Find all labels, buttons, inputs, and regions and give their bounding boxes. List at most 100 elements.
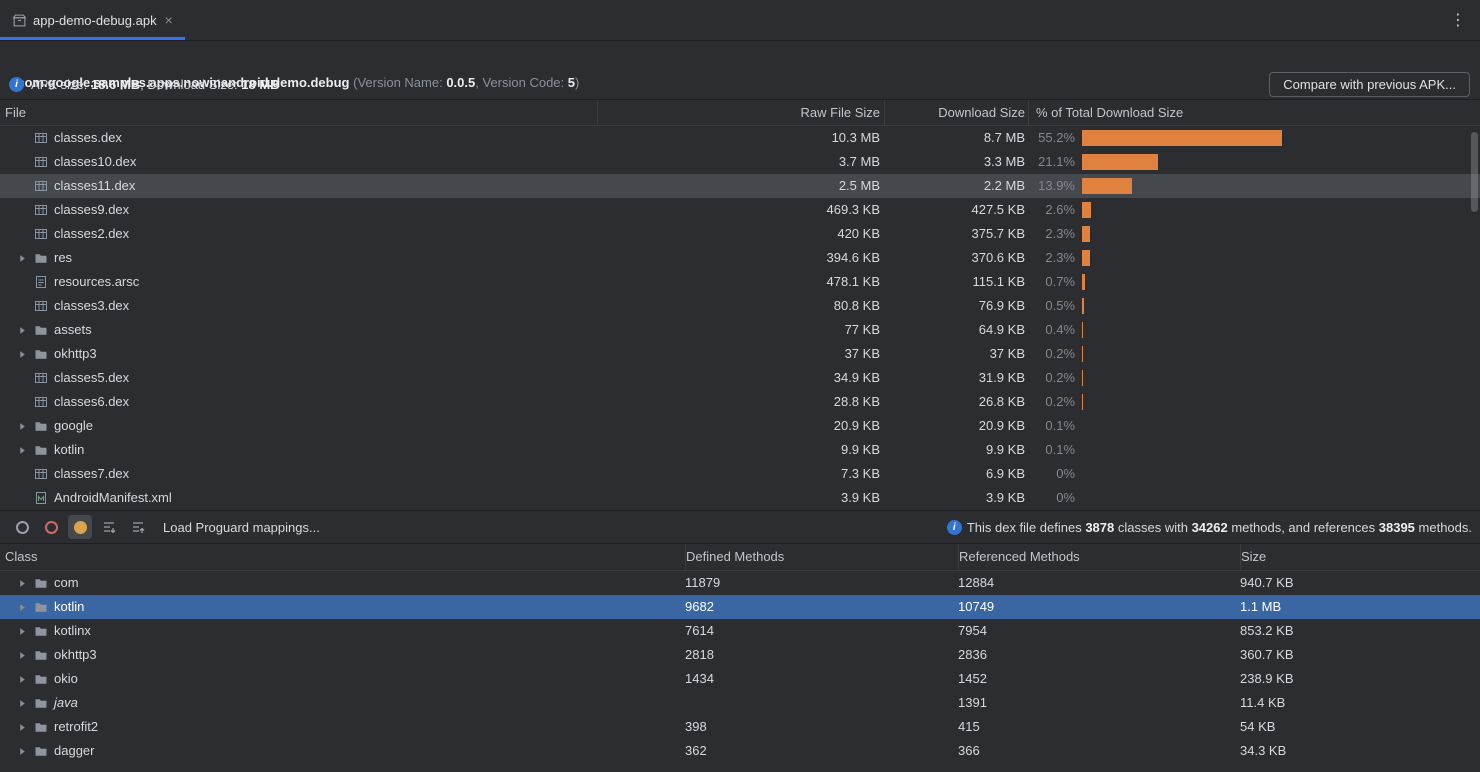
- download-size: 76.9 KB: [884, 294, 1028, 318]
- expand-chevron-icon[interactable]: [12, 326, 32, 335]
- expand-chevron-icon[interactable]: [12, 254, 32, 263]
- version-code: 5: [568, 75, 575, 90]
- file-table-body: classes.dex10.3 MB8.7 MB55.2%classes10.d…: [0, 126, 1480, 510]
- file-name: classes2.dex: [50, 222, 129, 246]
- class-row[interactable]: okhttp328182836360.7 KB: [0, 643, 1480, 667]
- col-file[interactable]: File: [0, 100, 597, 126]
- apk-size-value: 18.6 MB: [91, 77, 140, 92]
- expand-chevron-icon[interactable]: [12, 723, 32, 732]
- file-row[interactable]: classes9.dex469.3 KB427.5 KB2.6%: [0, 198, 1480, 222]
- col-percent-total[interactable]: % of Total Download Size: [1028, 100, 1480, 126]
- file-row[interactable]: assets77 KB64.9 KB0.4%: [0, 318, 1480, 342]
- show-all-classes-icon[interactable]: [68, 515, 92, 539]
- file-row[interactable]: classes5.dex34.9 KB31.9 KB0.2%: [0, 366, 1480, 390]
- class-row[interactable]: kotlin9682107491.1 MB: [0, 595, 1480, 619]
- file-row[interactable]: classes3.dex80.8 KB76.9 KB0.5%: [0, 294, 1480, 318]
- percent-of-total: 0.4%: [1028, 318, 1075, 342]
- col-download-size[interactable]: Download Size: [884, 100, 1028, 126]
- expand-chevron-icon[interactable]: [12, 603, 32, 612]
- raw-file-size: 469.3 KB: [597, 198, 884, 222]
- load-proguard-mappings-link[interactable]: Load Proguard mappings...: [163, 520, 320, 535]
- raw-file-size: 28.8 KB: [597, 390, 884, 414]
- manifest-icon: [32, 491, 50, 505]
- percent-of-total: 13.9%: [1028, 174, 1075, 198]
- expand-chevron-icon[interactable]: [12, 579, 32, 588]
- raw-file-size: 420 KB: [597, 222, 884, 246]
- download-size: 20.9 KB: [884, 414, 1028, 438]
- file-row[interactable]: okhttp337 KB37 KB0.2%: [0, 342, 1480, 366]
- raw-file-size: 478.1 KB: [597, 270, 884, 294]
- file-row[interactable]: classes2.dex420 KB375.7 KB2.3%: [0, 222, 1480, 246]
- package-icon: [32, 624, 50, 638]
- class-row[interactable]: dagger36236634.3 KB: [0, 739, 1480, 763]
- dex-info-text: This dex file defines 3878 classes with …: [967, 520, 1474, 535]
- class-row[interactable]: kotlinx76147954853.2 KB: [0, 619, 1480, 643]
- percent-of-total: 0.2%: [1028, 342, 1075, 366]
- expand-chevron-icon[interactable]: [12, 350, 32, 359]
- download-size: 26.8 KB: [884, 390, 1028, 414]
- percent-of-total: 0%: [1028, 486, 1075, 510]
- file-row[interactable]: google20.9 KB20.9 KB0.1%: [0, 414, 1480, 438]
- file-row[interactable]: AndroidManifest.xml3.9 KB3.9 KB0%: [0, 486, 1480, 510]
- download-size: 2.2 MB: [884, 174, 1028, 198]
- more-options-icon[interactable]: ⋮: [1436, 0, 1480, 40]
- show-methods-icon[interactable]: [39, 515, 63, 539]
- expand-chevron-icon[interactable]: [12, 651, 32, 660]
- referenced-methods: 7954: [958, 619, 1240, 643]
- file-row[interactable]: classes11.dex2.5 MB2.2 MB13.9%: [0, 174, 1480, 198]
- col-defined-methods[interactable]: Defined Methods: [685, 544, 958, 570]
- editor-tab-bar: app-demo-debug.apk × ⋮: [0, 0, 1480, 41]
- raw-file-size: 2.5 MB: [597, 174, 884, 198]
- expand-chevron-icon[interactable]: [12, 675, 32, 684]
- file-name: classes10.dex: [50, 150, 136, 174]
- package-size: 54 KB: [1240, 715, 1480, 739]
- show-fields-icon[interactable]: [10, 515, 34, 539]
- col-raw-file-size[interactable]: Raw File Size: [597, 100, 884, 126]
- percent-of-total: 0.2%: [1028, 390, 1075, 414]
- raw-file-size: 77 KB: [597, 318, 884, 342]
- compare-apk-button[interactable]: Compare with previous APK...: [1269, 72, 1470, 97]
- apk-size-text: APK size: 18.6 MB, Download Size: 18 MB: [31, 77, 280, 92]
- dex-icon: [32, 299, 50, 313]
- file-row[interactable]: classes6.dex28.8 KB26.8 KB0.2%: [0, 390, 1480, 414]
- file-row[interactable]: classes7.dex7.3 KB6.9 KB0%: [0, 462, 1480, 486]
- class-row[interactable]: okio14341452238.9 KB: [0, 667, 1480, 691]
- defined-methods: 362: [685, 739, 958, 763]
- download-size: 3.3 MB: [884, 150, 1028, 174]
- file-row[interactable]: resources.arsc478.1 KB115.1 KB0.7%: [0, 270, 1480, 294]
- expand-chevron-icon[interactable]: [12, 446, 32, 455]
- percent-of-total: 2.6%: [1028, 198, 1075, 222]
- package-size: 238.9 KB: [1240, 667, 1480, 691]
- package-size: 360.7 KB: [1240, 643, 1480, 667]
- percent-of-total: 2.3%: [1028, 222, 1075, 246]
- dex-referenced-count: 38395: [1379, 520, 1415, 535]
- tab-apk-file[interactable]: app-demo-debug.apk ×: [0, 0, 185, 40]
- download-percent-bar: [1082, 250, 1090, 266]
- class-row[interactable]: com1187912884940.7 KB: [0, 571, 1480, 595]
- file-row[interactable]: res394.6 KB370.6 KB2.3%: [0, 246, 1480, 270]
- file-name: classes7.dex: [50, 462, 129, 486]
- expand-all-icon[interactable]: [97, 515, 121, 539]
- expand-chevron-icon[interactable]: [12, 422, 32, 431]
- tab-close-icon[interactable]: ×: [165, 12, 173, 28]
- package-name: okio: [50, 667, 78, 691]
- package-icon: [32, 648, 50, 662]
- col-referenced-methods[interactable]: Referenced Methods: [958, 544, 1240, 570]
- expand-chevron-icon[interactable]: [12, 627, 32, 636]
- expand-chevron-icon[interactable]: [12, 699, 32, 708]
- col-size[interactable]: Size: [1240, 544, 1480, 570]
- raw-file-size: 3.9 KB: [597, 486, 884, 510]
- file-row[interactable]: classes.dex10.3 MB8.7 MB55.2%: [0, 126, 1480, 150]
- collapse-all-icon[interactable]: [126, 515, 150, 539]
- vertical-scrollbar[interactable]: [1471, 132, 1478, 212]
- download-size: 3.9 KB: [884, 486, 1028, 510]
- col-class[interactable]: Class: [0, 544, 685, 570]
- file-row[interactable]: classes10.dex3.7 MB3.3 MB21.1%: [0, 150, 1480, 174]
- class-row[interactable]: retrofit239841554 KB: [0, 715, 1480, 739]
- download-percent-bar: [1082, 394, 1083, 410]
- file-row[interactable]: kotlin9.9 KB9.9 KB0.1%: [0, 438, 1480, 462]
- class-row[interactable]: java139111.4 KB: [0, 691, 1480, 715]
- download-percent-bar: [1082, 130, 1282, 146]
- package-icon: [32, 576, 50, 590]
- expand-chevron-icon[interactable]: [12, 747, 32, 756]
